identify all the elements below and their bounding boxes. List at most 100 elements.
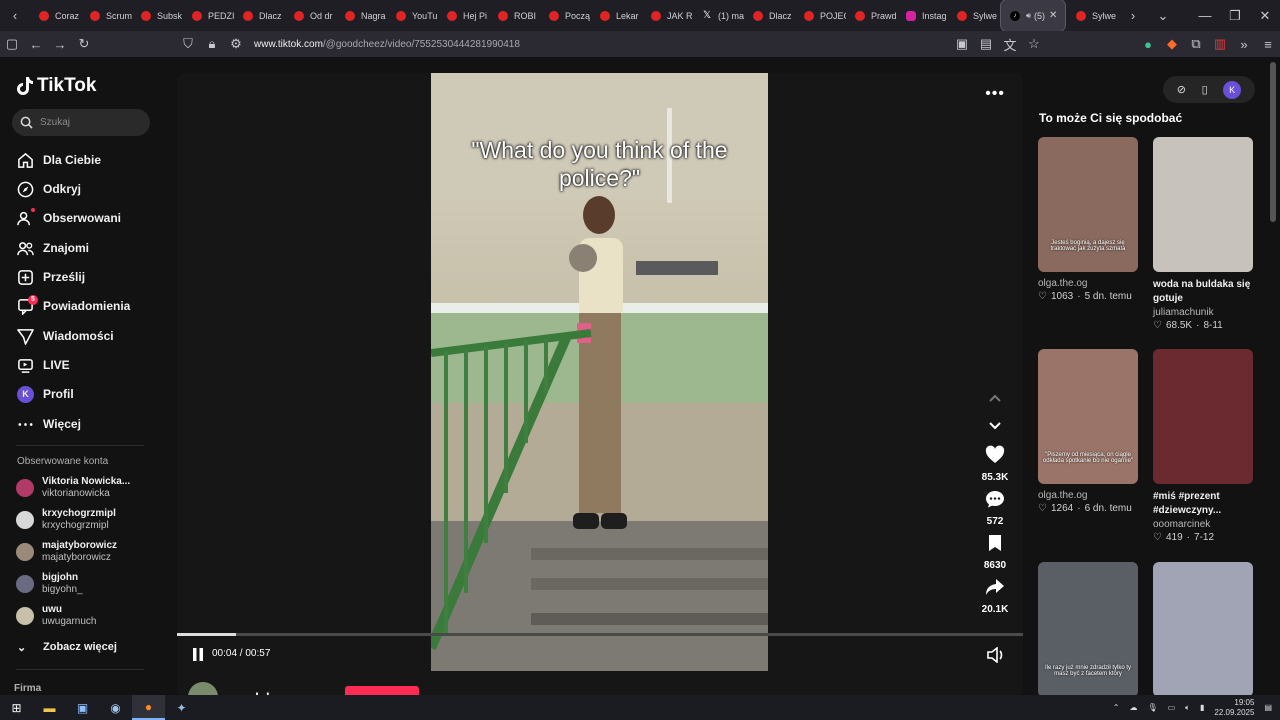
explore-icon[interactable]: ⊘ (1177, 83, 1186, 96)
extensions-puzzle-icon[interactable]: ⧉ (1184, 31, 1208, 57)
address-bar[interactable]: www.tiktok.com/@goodcheez/video/75525304… (254, 39, 520, 50)
tab-scroll-right-button[interactable]: › (1118, 0, 1148, 31)
previous-video-button[interactable] (975, 389, 1015, 414)
clock[interactable]: 19:05 22.09.2025 (1214, 698, 1254, 718)
overflow-chevron-icon[interactable]: » (1232, 31, 1256, 57)
recommendation-card[interactable]: Jesteś boginią, a dajesz się traktować j… (1038, 137, 1138, 302)
nav-item-odkryj[interactable]: Odkryj (17, 178, 81, 200)
profile-avatar[interactable]: K (1223, 80, 1242, 99)
browser-tab[interactable]: Począ (540, 0, 591, 31)
nav-item-dla-ciebie[interactable]: Dla Ciebie (17, 149, 101, 171)
browser-tab[interactable]: Sylwe (1067, 0, 1118, 31)
browser-tab[interactable]: Subsk (132, 0, 183, 31)
recommendation-card[interactable]: woda na buldaka się gotuje juliamachunik ♡… (1153, 137, 1253, 331)
browser-tab[interactable]: ROBI (489, 0, 540, 31)
back-button[interactable]: ← (24, 31, 48, 57)
followed-account[interactable]: krxychogrzmipl krxychogrzmipl (16, 506, 116, 534)
tab-audio-icon[interactable]: 🔊︎ (1026, 11, 1031, 21)
remote-desktop-icon[interactable]: ▣ (66, 695, 99, 720)
menu-icon[interactable]: ≡ (1256, 31, 1280, 57)
reload-button[interactable]: ↻ (72, 31, 96, 57)
tiktok-logo[interactable]: TikTok (17, 75, 96, 97)
firefox-icon[interactable]: ● (132, 695, 165, 720)
browser-tab[interactable]: Sylwe (948, 0, 999, 31)
recommendation-card[interactable]: "Piszemy od miesiąca, on ciągle odkłada … (1038, 349, 1138, 514)
restore-button[interactable]: ❐ (1220, 0, 1250, 31)
nav-item-powiadomienia[interactable]: 5 Powiadomienia (17, 294, 130, 317)
followed-account[interactable]: bigjohn bigyohn_ (16, 570, 83, 598)
browser-tab[interactable]: POJEC (795, 0, 846, 31)
video-thumbnail[interactable]: "Piszemy od miesiąca, on ciągle odkłada … (1038, 349, 1138, 484)
save-button[interactable]: 8630 (975, 533, 1015, 571)
like-button[interactable]: 85.3K (975, 445, 1015, 483)
battery-icon[interactable]: ▮ (1200, 703, 1204, 712)
card-username[interactable]: olga.the.og (1038, 278, 1138, 289)
app-icon[interactable]: ✦ (165, 695, 198, 720)
video-player[interactable]: "What do you think of the police?" ••• 8… (177, 73, 1023, 696)
reader-view-icon[interactable]: ▤ (974, 31, 998, 57)
video-thumbnail[interactable] (1153, 137, 1253, 272)
recommendation-card[interactable]: #miś #prezent #dziewczyny... ooomarcinek ♡… (1153, 349, 1253, 543)
card-username[interactable]: juliamachunik (1153, 307, 1253, 318)
nav-item-więcej[interactable]: Więcej (17, 413, 81, 435)
minimize-button[interactable]: — (1190, 0, 1220, 31)
display-icon[interactable]: ▭ (1168, 703, 1176, 712)
tab-list-dropdown-button[interactable]: ⌄ (1148, 0, 1178, 31)
notifications-icon[interactable]: ▤ (1264, 703, 1272, 712)
nav-item-obserwowani[interactable]: Obserwowani (17, 207, 121, 229)
search-input[interactable]: Szukaj (12, 109, 150, 136)
share-button[interactable]: 20.1K (975, 577, 1015, 615)
close-tab-icon[interactable]: ✕ (1049, 10, 1057, 21)
translate-icon[interactable]: 文 (998, 31, 1022, 57)
extension-fox-icon[interactable]: ◆ (1160, 31, 1184, 57)
browser-tab[interactable]: Hej Pi (438, 0, 489, 31)
browser-tab[interactable]: Prawd (846, 0, 897, 31)
browser-tab[interactable]: PEDZI (183, 0, 234, 31)
file-explorer-icon[interactable]: ▬ (33, 695, 66, 720)
followed-account[interactable]: Viktoria Nowicka... viktorianowicka (16, 474, 130, 502)
browser-tab[interactable]: YouTu (387, 0, 438, 31)
nav-item-profil[interactable]: K Profil (17, 383, 74, 405)
comment-button[interactable]: 572 (975, 489, 1015, 527)
video-thumbnail[interactable]: Jesteś boginią, a dajesz się traktować j… (1038, 137, 1138, 272)
author-avatar[interactable] (188, 682, 218, 696)
active-browser-tab[interactable]: ♪ 🔊︎ (5) ✕ (1000, 0, 1066, 32)
browser-tab[interactable]: Coraz (30, 0, 81, 31)
sidebar-toggle-icon[interactable]: ▢ (0, 31, 24, 57)
microphone-icon[interactable]: 🎙︎ (1147, 703, 1157, 712)
speaker-icon[interactable]: 🔈︎ (1185, 703, 1190, 713)
start-windows-icon[interactable]: ⊞ (0, 695, 33, 720)
shield-icon[interactable]: ⛉ (176, 31, 200, 57)
next-video-button[interactable] (975, 415, 1015, 440)
see-more-button[interactable]: ⌄ Zobacz więcej (17, 636, 117, 658)
more-options-button[interactable]: ••• (985, 85, 1005, 103)
device-icon[interactable]: ▯ (1202, 83, 1208, 96)
extension-badge-icon[interactable]: ▥ (1208, 31, 1232, 57)
nav-item-live[interactable]: LIVE (17, 354, 70, 376)
permissions-icon[interactable]: ⚙ (224, 31, 248, 57)
picture-in-picture-icon[interactable]: ▣ (950, 31, 974, 57)
browser-tab[interactable]: Lekar (591, 0, 642, 31)
browser-tab[interactable]: Instag (897, 0, 948, 31)
video-thumbnail[interactable] (1153, 349, 1253, 484)
steam-icon[interactable]: ◉ (99, 695, 132, 720)
tab-scroll-left-button[interactable]: ‹ (0, 0, 30, 31)
nav-item-wiadomości[interactable]: Wiadomości (17, 325, 114, 347)
card-username[interactable]: olga.the.og (1038, 490, 1138, 501)
extension-shield-icon[interactable]: ● (1136, 31, 1160, 57)
recommendation-card[interactable]: Ile razy już mnie zdradził tylko ty masz… (1038, 562, 1138, 697)
browser-tab[interactable]: Dlacz (744, 0, 795, 31)
browser-tab[interactable]: Dlacz (234, 0, 285, 31)
browser-tab[interactable]: Od dr (285, 0, 336, 31)
browser-tab[interactable]: JAK R (642, 0, 693, 31)
pause-icon[interactable] (192, 648, 204, 661)
tray-chevron-icon[interactable]: ⌃ (1113, 703, 1120, 712)
recommendation-card[interactable] (1153, 562, 1253, 697)
forward-button[interactable]: → (48, 31, 72, 57)
browser-tab[interactable]: 𝕏 (1) ma (693, 0, 744, 31)
card-username[interactable]: ooomarcinek (1153, 519, 1253, 530)
nav-item-prześlij[interactable]: Prześlij (17, 266, 85, 288)
cloud-icon[interactable]: ☁ (1129, 703, 1137, 712)
browser-tab[interactable]: Nagra (336, 0, 387, 31)
author-info[interactable]: goodcheez (188, 682, 295, 696)
